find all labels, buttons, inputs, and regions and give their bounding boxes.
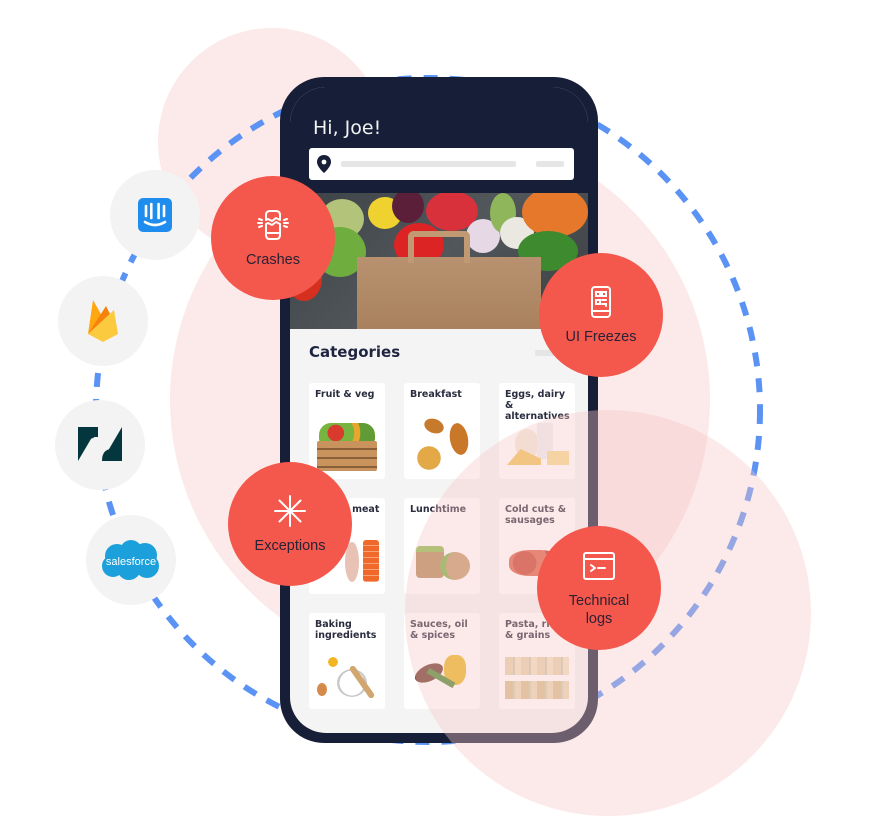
category-label: Fruit & veg bbox=[315, 389, 375, 400]
feature-crashes[interactable]: Crashes bbox=[211, 176, 335, 300]
feature-label: Technical logs bbox=[568, 593, 630, 627]
salesforce-icon: salesforce bbox=[102, 540, 159, 580]
feature-label: Crashes bbox=[246, 252, 300, 268]
category-card[interactable]: Baking ingredients bbox=[309, 613, 385, 709]
category-card[interactable]: Fruit & veg bbox=[309, 383, 385, 479]
greeting: Hi, Joe! bbox=[313, 117, 382, 139]
fruit-crate-image bbox=[315, 423, 379, 473]
feature-exceptions[interactable]: Exceptions bbox=[228, 462, 352, 586]
category-label: Baking ingredients bbox=[315, 619, 377, 641]
cracked-phone-icon bbox=[257, 210, 289, 240]
intercom-icon bbox=[138, 198, 172, 232]
integration-zendesk[interactable] bbox=[55, 400, 145, 490]
paper-bag bbox=[357, 257, 541, 329]
feature-ui-freezes[interactable]: UI Freezes bbox=[539, 253, 663, 377]
categories-title: Categories bbox=[309, 343, 401, 361]
search-placeholder-bar bbox=[341, 161, 516, 167]
app-header: Hi, Joe! bbox=[290, 87, 588, 193]
terminal-icon bbox=[583, 552, 615, 580]
integration-intercom[interactable] bbox=[110, 170, 200, 260]
breakfast-image bbox=[410, 416, 474, 473]
integration-firebase[interactable] bbox=[58, 276, 148, 366]
location-search-input[interactable] bbox=[309, 148, 574, 180]
svg-text:salesforce: salesforce bbox=[106, 556, 156, 568]
location-pin-icon bbox=[317, 155, 331, 173]
feature-label: UI Freezes bbox=[565, 329, 637, 345]
feature-label: Exceptions bbox=[254, 538, 326, 554]
baking-image bbox=[315, 653, 379, 703]
category-label: Breakfast bbox=[410, 389, 462, 400]
zendesk-icon bbox=[78, 427, 122, 461]
phone-qr-icon bbox=[591, 286, 611, 318]
feature-technical-logs[interactable]: Technical logs bbox=[537, 526, 661, 650]
search-placeholder-bar-short bbox=[536, 161, 564, 167]
firebase-icon bbox=[88, 300, 118, 342]
bag-handle bbox=[408, 231, 470, 263]
integration-salesforce[interactable]: salesforce bbox=[86, 515, 176, 605]
asterisk-icon bbox=[274, 495, 306, 527]
